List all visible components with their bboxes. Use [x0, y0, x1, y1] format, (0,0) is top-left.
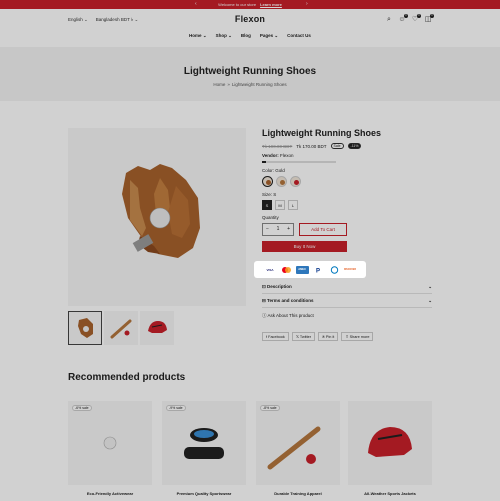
discount-badge: -11% — [347, 143, 362, 149]
product-card-title[interactable]: Eco-Friendly Activewear — [68, 491, 152, 496]
header: English ⌄ Bangladesh BDT ৳ ⌄ Flexon ⌕ ☺ 0… — [0, 9, 500, 33]
question-icon: ⓘ — [262, 313, 267, 318]
price-new: Tk 170.00 BDT — [296, 143, 327, 149]
page-title: Lightweight Running Shoes — [183, 66, 317, 77]
share-pinterest[interactable]: ℗ Pin it — [318, 332, 339, 341]
announcement-link[interactable]: Learn more — [260, 2, 282, 7]
swatch-bat[interactable] — [276, 175, 287, 187]
payment-icons: VISA AMEX P DISCOVER — [254, 261, 366, 278]
announcement-text: Welcome to our store — [218, 2, 257, 7]
sale-tag: -9% sale — [166, 405, 186, 411]
nav-blog[interactable]: Blog — [241, 33, 251, 47]
main-nav: Home ⌄ Shop ⌄ Blog Pages ⌄ Contact Us — [0, 33, 500, 47]
product-price: Tk 190.00 BDT Tk 170.00 BDT Sale -11% — [262, 143, 432, 149]
buy-now-button[interactable]: Buy It Now — [262, 240, 347, 252]
share-twitter[interactable]: 𝕏 Twitter — [291, 332, 316, 341]
size-options: S M L — [262, 199, 432, 210]
document-icon: ⊟ — [262, 297, 266, 303]
add-to-cart-button[interactable]: Add To Cart — [299, 222, 347, 236]
product-card-title[interactable]: All-Weather Sports Jackets — [348, 491, 432, 496]
nav-shop[interactable]: Shop ⌄ — [216, 33, 232, 47]
size-option[interactable]: M — [275, 199, 285, 210]
chevron-down-icon: ⌄ — [428, 283, 432, 289]
vendor: Vendor: Flexon — [262, 153, 294, 158]
quantity-value[interactable]: 1 — [277, 226, 280, 232]
thumbnail-glove[interactable] — [68, 311, 102, 345]
color-swatches — [262, 175, 432, 187]
thumbnail-bat[interactable] — [104, 311, 138, 345]
product-card[interactable]: -6% sale — [68, 401, 152, 485]
product-main-image[interactable] — [68, 128, 246, 306]
announcement-bar: ‹ Welcome to our store Learn more › — [0, 0, 500, 9]
breadcrumb-home[interactable]: Home — [213, 82, 225, 87]
stock-progress-bar — [262, 161, 336, 163]
diners-icon — [328, 265, 341, 274]
accordion-terms[interactable]: ⊟ Terms and conditions ⌄ — [262, 294, 432, 308]
nav-contact[interactable]: Contact Us — [287, 33, 311, 47]
amex-icon: AMEX — [295, 265, 309, 274]
info-icon: ⊡ — [262, 283, 266, 289]
page-hero: Lightweight Running Shoes Home» Lightweig… — [0, 47, 500, 101]
nav-home[interactable]: Home ⌄ — [189, 33, 207, 47]
nav-pages[interactable]: Pages ⌄ — [260, 33, 278, 47]
sale-badge: Sale — [330, 143, 344, 149]
product-card-title[interactable]: Premium Quality Sportswear — [162, 491, 246, 496]
recommended-title: Recommended products — [68, 372, 186, 383]
mastercard-icon — [280, 266, 293, 274]
sale-tag: -8% sale — [260, 405, 280, 411]
account-icon[interactable]: ☺ 0 — [398, 14, 408, 24]
breadcrumb-current: Lightweight Running Shoes — [231, 82, 287, 87]
price-old: Tk 190.00 BDT — [262, 143, 293, 149]
swatch-red[interactable] — [290, 175, 301, 187]
chevron-right-icon[interactable]: › — [306, 1, 308, 7]
share-more[interactable]: ⇪ Share more — [341, 332, 374, 341]
chevron-down-icon: ⌄ — [428, 297, 432, 303]
breadcrumb: Home» Lightweight Running Shoes — [213, 82, 287, 87]
visa-icon: VISA — [266, 267, 274, 272]
product-card[interactable] — [348, 401, 432, 485]
size-option[interactable]: S — [262, 199, 272, 210]
thumbnail-helmet[interactable] — [140, 311, 174, 345]
share-facebook[interactable]: f Facebook — [262, 332, 289, 341]
product-card[interactable]: -9% sale — [162, 401, 246, 485]
product-info: Lightweight Running Shoes Tk 190.00 BDT … — [262, 128, 432, 252]
product-card[interactable]: -8% sale — [256, 401, 340, 485]
wishlist-icon[interactable]: ♡ 0 — [411, 14, 421, 24]
plus-icon[interactable]: + — [287, 226, 290, 232]
accordion-description[interactable]: ⊡ Description ⌄ — [262, 280, 432, 294]
search-icon[interactable]: ⌕ — [385, 16, 393, 24]
product-card-title[interactable]: Durable Training Apparel — [256, 491, 340, 496]
product-title: Lightweight Running Shoes — [262, 128, 381, 138]
sale-tag: -6% sale — [72, 405, 92, 411]
cart-icon[interactable]: ◫ 0 — [424, 14, 434, 24]
size-label: Size: S — [262, 191, 277, 197]
share-buttons: f Facebook 𝕏 Twitter ℗ Pin it ⇪ Share mo… — [262, 332, 374, 341]
minus-icon[interactable]: − — [266, 226, 269, 232]
quantity-stepper[interactable]: − 1 + — [262, 222, 294, 236]
color-label: Color: Gold — [262, 167, 285, 173]
paypal-icon: P — [312, 266, 325, 274]
svg-text:P: P — [316, 268, 320, 274]
discover-icon: DISCOVER — [344, 268, 356, 271]
swatch-gold[interactable] — [262, 175, 273, 187]
chevron-left-icon[interactable]: ‹ — [195, 1, 197, 7]
size-option[interactable]: L — [288, 199, 298, 210]
quantity-label: Quantity — [262, 214, 279, 220]
ask-about-product[interactable]: ⓘ Ask About This product — [262, 313, 314, 319]
